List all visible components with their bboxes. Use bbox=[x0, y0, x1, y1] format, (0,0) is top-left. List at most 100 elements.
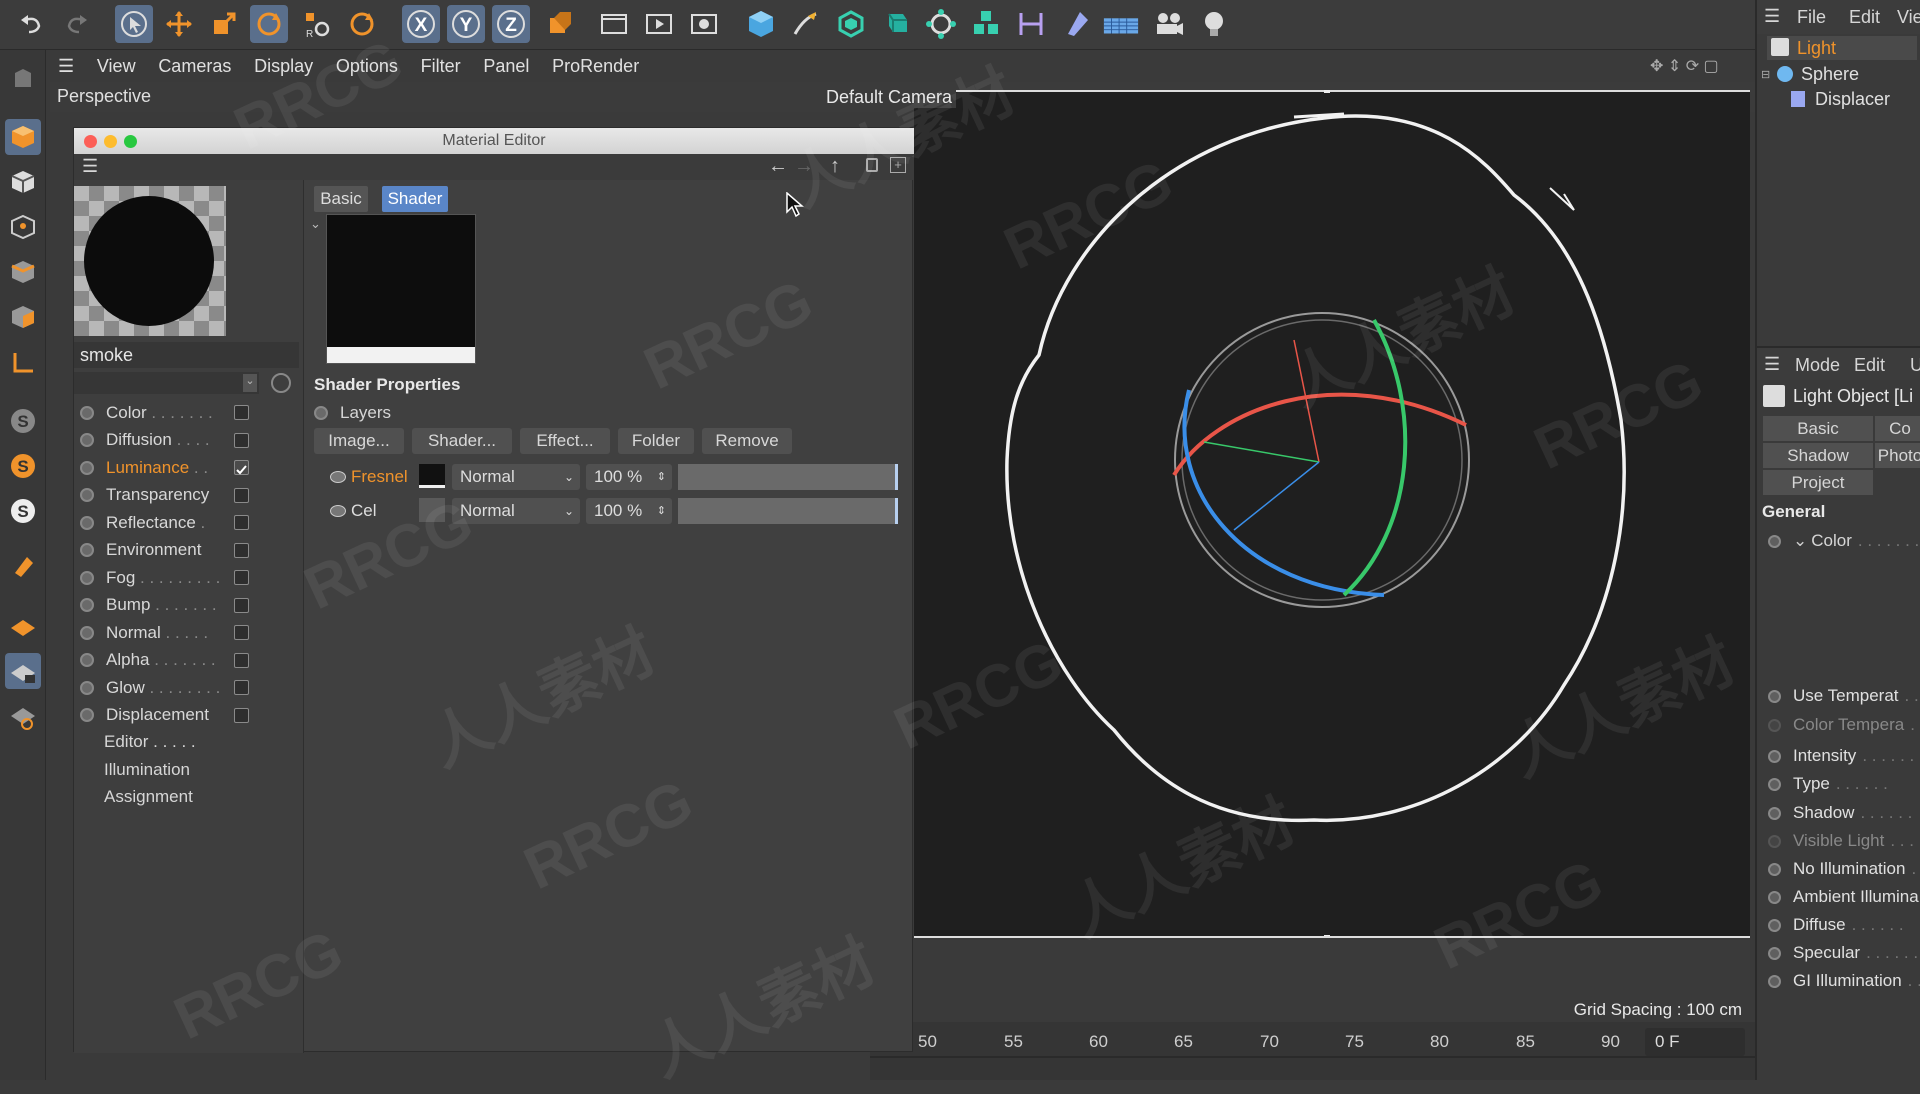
lock-icon[interactable] bbox=[866, 158, 878, 172]
param-row[interactable]: Intensity . . . . . . bbox=[1757, 743, 1920, 769]
minimize-button[interactable] bbox=[104, 135, 117, 148]
editor-section-item[interactable]: Editor . . . . . bbox=[104, 732, 196, 752]
workplane-icon[interactable] bbox=[5, 608, 41, 644]
tab-shader[interactable]: Shader bbox=[382, 186, 448, 212]
chevron-down-icon[interactable]: ⌄ bbox=[1793, 531, 1807, 551]
param-row[interactable]: Specular . . . . . . bbox=[1757, 940, 1920, 966]
animate-radio[interactable] bbox=[80, 543, 94, 557]
effect-button[interactable]: Effect... bbox=[520, 428, 610, 454]
recent-tool-icon[interactable]: R bbox=[298, 5, 336, 43]
material-type-select[interactable]: ⌄ bbox=[74, 372, 259, 394]
channel-displacement[interactable]: Displacement bbox=[74, 702, 304, 729]
array-icon[interactable] bbox=[877, 5, 915, 43]
channel-alpha[interactable]: Alpha . . . . . . . bbox=[74, 647, 304, 674]
channel-checkbox[interactable] bbox=[234, 597, 249, 613]
channel-checkbox[interactable] bbox=[234, 405, 249, 420]
render-region-icon[interactable] bbox=[595, 5, 633, 43]
menu-prorender[interactable]: ProRender bbox=[543, 50, 648, 82]
editor-section-item[interactable]: Illumination bbox=[104, 760, 190, 780]
tab-photometric[interactable]: Photo bbox=[1875, 443, 1920, 468]
blend-mode-select[interactable]: Normal ⌄ bbox=[452, 464, 580, 490]
undo-icon[interactable] bbox=[12, 5, 50, 43]
x-axis-icon[interactable]: X bbox=[402, 5, 440, 43]
channel-fog[interactable]: Fog . . . . . . . . . bbox=[74, 564, 304, 591]
channel-checkbox[interactable] bbox=[234, 652, 249, 668]
axis-mode-icon[interactable] bbox=[5, 345, 41, 381]
opacity-slider[interactable] bbox=[678, 498, 898, 524]
channel-diffusion[interactable]: Diffusion . . . . bbox=[74, 427, 304, 454]
param-row[interactable]: Diffuse . . . . . . bbox=[1757, 912, 1920, 938]
redo-icon[interactable] bbox=[58, 5, 96, 43]
menu-filter[interactable]: Filter bbox=[412, 50, 470, 82]
animate-radio[interactable] bbox=[80, 708, 94, 722]
z-axis-icon[interactable]: Z bbox=[492, 5, 530, 43]
floor-icon[interactable] bbox=[1102, 5, 1140, 43]
animate-radio[interactable] bbox=[80, 598, 94, 612]
opacity-slider[interactable] bbox=[678, 464, 898, 490]
hamburger-icon[interactable]: ☰ bbox=[1764, 6, 1780, 27]
param-row[interactable]: Ambient Illumina. . . . . . bbox=[1757, 884, 1920, 910]
forward-arrow-icon[interactable]: → bbox=[794, 155, 814, 178]
up-arrow-icon[interactable]: ↑ bbox=[830, 155, 840, 178]
object-row-displacer[interactable]: Displacer bbox=[1777, 87, 1917, 111]
folder-button[interactable]: Folder bbox=[618, 428, 694, 454]
menu-edit[interactable]: Edit bbox=[1854, 355, 1885, 376]
channel-checkbox[interactable] bbox=[234, 680, 249, 695]
image-button[interactable]: Image... bbox=[314, 428, 404, 454]
rotate-icon[interactable] bbox=[250, 5, 288, 43]
maximize-button[interactable] bbox=[124, 135, 137, 148]
tab-basic[interactable]: Basic bbox=[314, 186, 368, 212]
tab-basic[interactable]: Basic bbox=[1763, 416, 1873, 441]
close-button[interactable] bbox=[84, 135, 97, 148]
param-row[interactable]: Visible Light . . . . . . bbox=[1757, 828, 1920, 854]
remove-button[interactable]: Remove bbox=[702, 428, 792, 454]
layer-row-fresnel[interactable]: Fresnel bbox=[330, 464, 412, 490]
viewport-nav-icons[interactable]: ✥ ⇕ ⟳ ▢ bbox=[1650, 56, 1719, 76]
animate-radio[interactable] bbox=[80, 653, 94, 667]
animate-radio[interactable] bbox=[80, 433, 94, 447]
render-settings-icon[interactable] bbox=[685, 5, 723, 43]
material-preview[interactable] bbox=[74, 186, 226, 336]
pen-icon[interactable] bbox=[787, 5, 825, 43]
channel-reflectance[interactable]: Reflectance . bbox=[74, 509, 304, 536]
model-mode-icon[interactable] bbox=[5, 119, 41, 155]
tab-coordinates[interactable]: Co bbox=[1875, 416, 1920, 441]
channel-bump[interactable]: Bump . . . . . . . bbox=[74, 592, 304, 619]
viewport-canvas[interactable]: Default Camera bbox=[822, 87, 1750, 938]
edges-mode-icon[interactable] bbox=[5, 254, 41, 290]
workplane-snap-icon[interactable]: S bbox=[5, 493, 41, 529]
back-arrow-icon[interactable]: ← bbox=[768, 155, 788, 178]
animate-radio[interactable] bbox=[80, 625, 94, 640]
animate-radio[interactable] bbox=[314, 406, 328, 420]
param-row[interactable]: Shadow . . . . . . bbox=[1757, 800, 1920, 826]
channel-checkbox[interactable] bbox=[234, 570, 249, 585]
channel-checkbox[interactable] bbox=[234, 707, 249, 723]
editor-section-item[interactable]: Assignment bbox=[104, 787, 193, 807]
menu-mode[interactable]: Mode bbox=[1795, 355, 1840, 376]
new-window-icon[interactable]: + bbox=[890, 157, 906, 173]
deformer-icon[interactable] bbox=[1012, 5, 1050, 43]
animate-radio[interactable] bbox=[80, 680, 94, 695]
channel-checkbox[interactable] bbox=[234, 515, 249, 530]
select-icon[interactable] bbox=[115, 5, 153, 43]
channel-checkbox[interactable] bbox=[234, 487, 249, 503]
animate-radio[interactable] bbox=[80, 460, 94, 475]
shader-button[interactable]: Shader... bbox=[412, 428, 512, 454]
snap-icon[interactable]: S bbox=[5, 403, 41, 439]
param-row[interactable]: Type . . . . . . bbox=[1757, 771, 1920, 797]
camera-icon[interactable] bbox=[1150, 5, 1188, 43]
animate-radio[interactable] bbox=[80, 570, 94, 585]
polygons-mode-icon[interactable] bbox=[5, 299, 41, 335]
animate-radio[interactable] bbox=[1768, 777, 1781, 791]
locked-workplane-icon[interactable] bbox=[5, 698, 41, 734]
layer-row-cel[interactable]: Cel bbox=[330, 498, 412, 524]
hamburger-icon[interactable]: ☰ bbox=[82, 156, 98, 177]
field-icon[interactable] bbox=[1057, 5, 1095, 43]
animate-radio[interactable] bbox=[1768, 749, 1781, 763]
channel-transparency[interactable]: Transparency bbox=[74, 482, 304, 509]
y-axis-icon[interactable]: Y bbox=[447, 5, 485, 43]
material-editor-titlebar[interactable]: Material Editor bbox=[74, 128, 914, 154]
cloner-icon[interactable] bbox=[967, 5, 1005, 43]
scale-icon[interactable] bbox=[205, 5, 243, 43]
opacity-field[interactable]: 100 % ⇕ bbox=[586, 464, 672, 490]
